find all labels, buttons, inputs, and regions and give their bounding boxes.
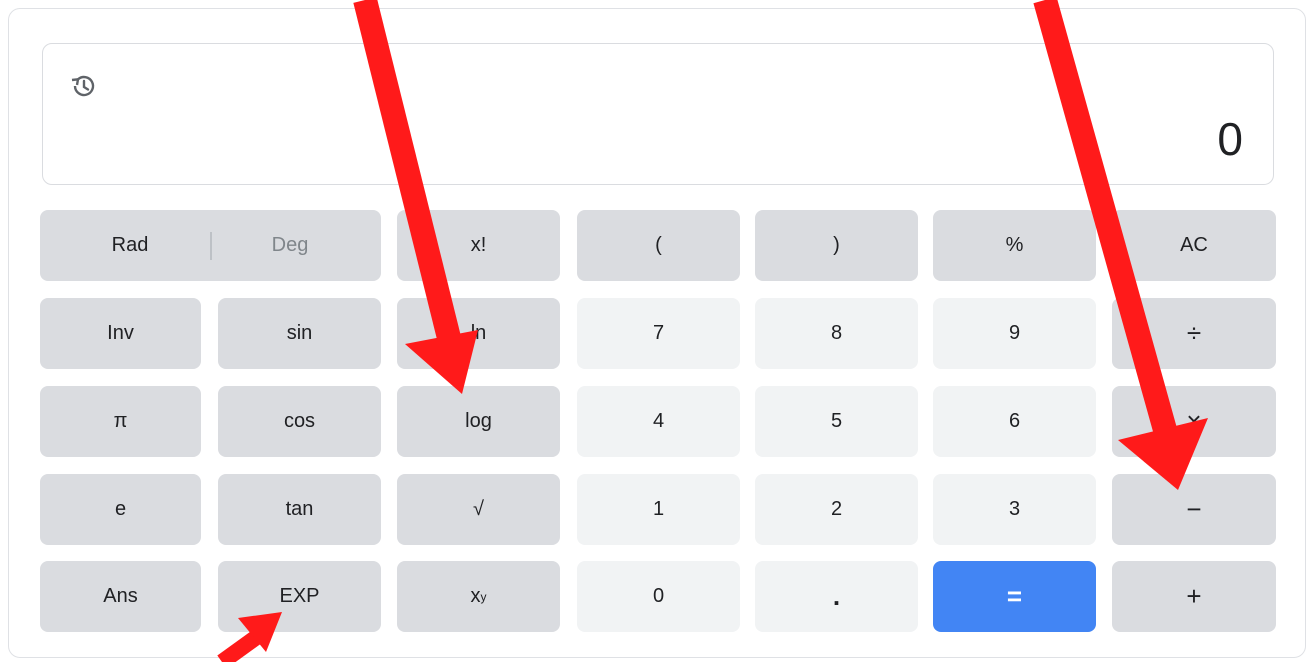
equals-button[interactable]: = — [933, 561, 1096, 632]
digit-2-button[interactable]: 2 — [755, 474, 918, 545]
digit-4-button[interactable]: 4 — [577, 386, 740, 457]
digit-9-button[interactable]: 9 — [933, 298, 1096, 369]
digit-5-button[interactable]: 5 — [755, 386, 918, 457]
rad-button[interactable]: Rad — [50, 210, 210, 281]
ans-button[interactable]: Ans — [40, 561, 201, 632]
close-paren-button[interactable]: ) — [755, 210, 918, 281]
percent-button[interactable]: % — [933, 210, 1096, 281]
display-value: 0 — [1217, 113, 1243, 165]
digit-1-button[interactable]: 1 — [577, 474, 740, 545]
digit-7-button[interactable]: 7 — [577, 298, 740, 369]
exp-button[interactable]: EXP — [218, 561, 381, 632]
clear-button[interactable]: AC — [1112, 210, 1276, 281]
log-button[interactable]: log — [397, 386, 560, 457]
pi-button[interactable]: π — [40, 386, 201, 457]
ln-button[interactable]: ln — [397, 298, 560, 369]
history-icon[interactable] — [67, 70, 99, 102]
deg-button[interactable]: Deg — [210, 210, 370, 281]
inv-button[interactable]: Inv — [40, 298, 201, 369]
digit-8-button[interactable]: 8 — [755, 298, 918, 369]
minus-button[interactable]: − — [1112, 474, 1276, 545]
calculator-display: 0 — [42, 43, 1274, 185]
multiply-button[interactable]: × — [1112, 386, 1276, 457]
digit-3-button[interactable]: 3 — [933, 474, 1096, 545]
digit-6-button[interactable]: 6 — [933, 386, 1096, 457]
sin-button[interactable]: sin — [218, 298, 381, 369]
power-base: x — [470, 585, 481, 607]
power-button[interactable]: xy — [397, 561, 560, 632]
e-button[interactable]: e — [40, 474, 201, 545]
factorial-button[interactable]: x! — [397, 210, 560, 281]
rad-deg-toggle[interactable]: Rad Deg — [40, 210, 381, 281]
divide-button[interactable]: ÷ — [1112, 298, 1276, 369]
plus-button[interactable]: + — [1112, 561, 1276, 632]
decimal-button[interactable]: . — [755, 561, 918, 632]
power-exponent: y — [480, 589, 487, 604]
sqrt-button[interactable]: √ — [397, 474, 560, 545]
digit-0-button[interactable]: 0 — [577, 561, 740, 632]
open-paren-button[interactable]: ( — [577, 210, 740, 281]
cos-button[interactable]: cos — [218, 386, 381, 457]
tan-button[interactable]: tan — [218, 474, 381, 545]
